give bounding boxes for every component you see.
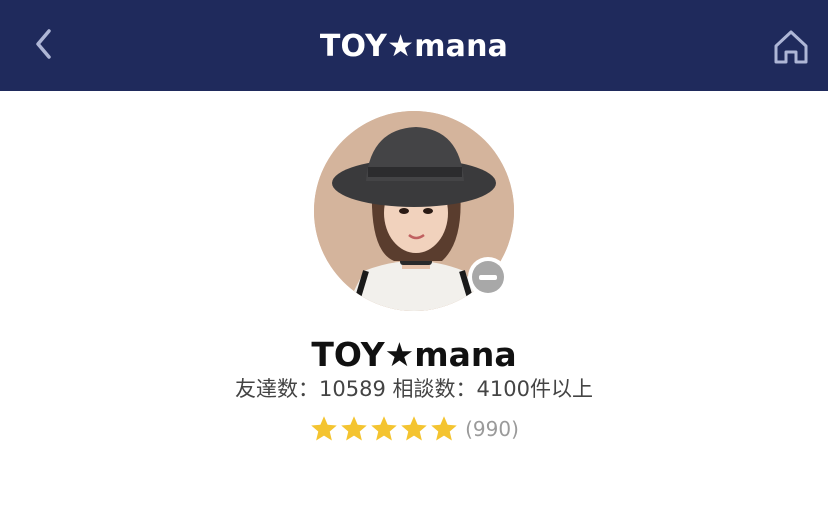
- status-badge: [468, 257, 508, 297]
- avatar-container[interactable]: [314, 111, 514, 311]
- star-icon: [341, 416, 367, 441]
- star-rating: [309, 414, 459, 444]
- back-button[interactable]: [24, 24, 64, 64]
- star-icon: [371, 416, 397, 441]
- star-icon: [401, 416, 427, 441]
- star-icon: [431, 416, 457, 441]
- profile-stats: 友達数：10589 相談数：4100件以上: [235, 377, 593, 401]
- offline-status-icon: [472, 261, 504, 293]
- rating[interactable]: (990): [0, 414, 828, 444]
- review-count: (990): [465, 417, 519, 441]
- page-title: TOY★mana: [319, 29, 509, 64]
- star-icon: [311, 416, 337, 441]
- home-button[interactable]: [768, 26, 814, 68]
- header-bar: TOY★mana: [0, 0, 828, 91]
- chevron-left-icon: [36, 29, 51, 59]
- profile-name: TOY★mana: [311, 335, 517, 374]
- home-icon: [774, 30, 808, 64]
